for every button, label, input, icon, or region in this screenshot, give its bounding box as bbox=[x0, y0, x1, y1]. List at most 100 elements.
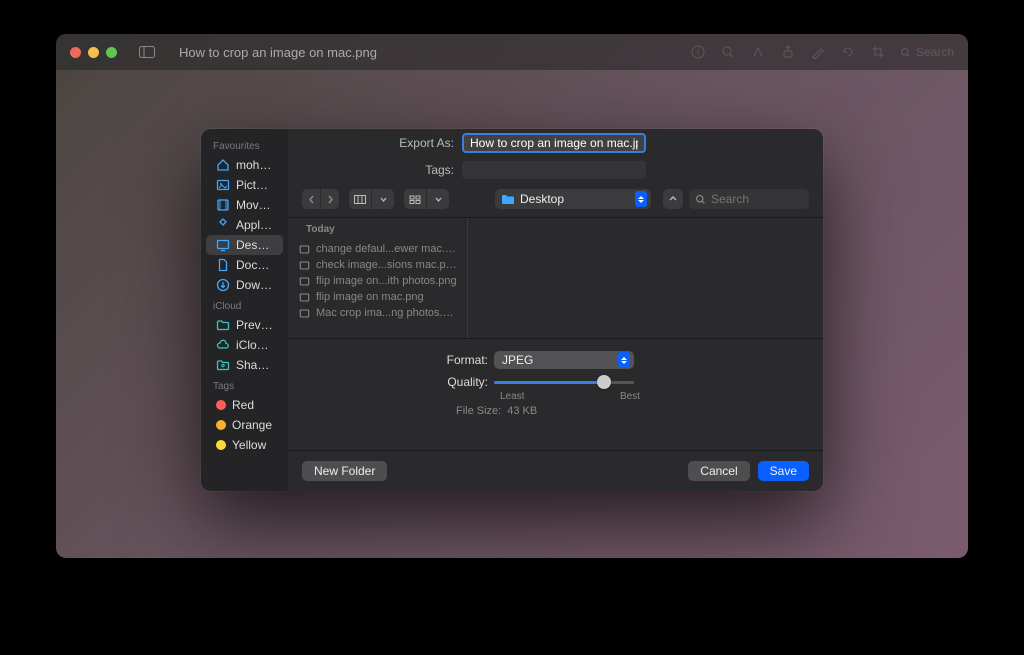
view-dropdown-button[interactable] bbox=[372, 189, 394, 209]
minimize-button[interactable] bbox=[88, 47, 99, 58]
tag-dot-icon bbox=[216, 400, 226, 410]
forward-button[interactable] bbox=[321, 189, 339, 209]
sidebar-item-mohamm-[interactable]: mohamm... bbox=[206, 155, 283, 175]
file-browser: Today change defaul...ewer mac.png check … bbox=[288, 217, 823, 339]
search-field[interactable] bbox=[689, 189, 809, 209]
info-icon[interactable]: i bbox=[690, 44, 706, 60]
crop-icon[interactable] bbox=[870, 44, 886, 60]
file-row[interactable]: check image...sions mac.png bbox=[288, 257, 467, 273]
sidebar-item-pictures[interactable]: Pictures bbox=[206, 175, 283, 195]
rotate-icon[interactable] bbox=[840, 44, 856, 60]
shared-icon bbox=[216, 358, 230, 372]
sidebar-item-label: mohamm... bbox=[236, 158, 273, 172]
group-button[interactable] bbox=[404, 189, 426, 209]
film-icon bbox=[216, 198, 230, 212]
bg-search[interactable]: Search bbox=[900, 45, 954, 59]
location-popup[interactable]: Desktop bbox=[495, 189, 651, 209]
export-as-input[interactable] bbox=[462, 133, 646, 153]
sidebar-item-documents[interactable]: Documents bbox=[206, 255, 283, 275]
tag-dot-icon bbox=[216, 420, 226, 430]
bg-titlebar: How to crop an image on mac.png i Search bbox=[56, 34, 968, 70]
group-dropdown-button[interactable] bbox=[427, 189, 449, 209]
sidebar-tag-red[interactable]: Red bbox=[206, 395, 283, 415]
image-icon bbox=[216, 178, 230, 192]
file-group-header: Today bbox=[288, 218, 467, 241]
sidebar-item-movies[interactable]: Movies bbox=[206, 195, 283, 215]
sidebar-item-preview[interactable]: Preview bbox=[206, 315, 283, 335]
sidebar-item-label: Red bbox=[232, 398, 254, 412]
format-popup[interactable]: JPEG bbox=[494, 351, 634, 369]
file-row[interactable]: change defaul...ewer mac.png bbox=[288, 241, 467, 257]
sidebar-item-shared[interactable]: Shared bbox=[206, 355, 283, 375]
folder-icon bbox=[501, 194, 515, 205]
new-folder-button[interactable]: New Folder bbox=[302, 461, 387, 481]
tags-header: Tags bbox=[201, 375, 288, 395]
svg-text:i: i bbox=[697, 47, 699, 57]
folder-icon bbox=[216, 318, 230, 332]
image-file-icon bbox=[298, 259, 310, 271]
sidebar-tag-orange[interactable]: Orange bbox=[206, 415, 283, 435]
sidebar-item-label: Pictures bbox=[236, 178, 273, 192]
magnify-icon[interactable] bbox=[720, 44, 736, 60]
highlight-icon[interactable] bbox=[750, 44, 766, 60]
sidebar-tag-yellow[interactable]: Yellow bbox=[206, 435, 283, 455]
image-file-icon bbox=[298, 275, 310, 287]
browser-toolbar: Desktop bbox=[288, 183, 823, 215]
sidebar-item-label: Preview bbox=[236, 318, 273, 332]
tags-label: Tags: bbox=[302, 163, 454, 177]
bg-search-placeholder: Search bbox=[916, 45, 954, 59]
image-file-icon bbox=[298, 307, 310, 319]
cancel-button[interactable]: Cancel bbox=[688, 461, 749, 481]
image-file-icon bbox=[298, 291, 310, 303]
slider-thumb[interactable] bbox=[597, 375, 611, 389]
tag-dot-icon bbox=[216, 440, 226, 450]
desktop-icon bbox=[216, 238, 230, 252]
file-size-label: File Size: bbox=[456, 405, 501, 417]
file-row[interactable]: flip image on...ith photos.png bbox=[288, 273, 467, 289]
sidebar-item-label: Desktop bbox=[236, 238, 273, 252]
sidebar: Favourites mohamm...PicturesMoviesApplic… bbox=[201, 129, 288, 491]
sidebar-item-downloads[interactable]: Downloads bbox=[206, 275, 283, 295]
view-columns-button[interactable] bbox=[349, 189, 371, 209]
sidebar-item-desktop[interactable]: Desktop bbox=[206, 235, 283, 255]
search-input[interactable] bbox=[711, 192, 803, 206]
file-name: flip image on...ith photos.png bbox=[316, 275, 457, 287]
export-options: Format: JPEG Quality: bbox=[288, 339, 823, 423]
image-file-icon bbox=[298, 243, 310, 255]
sidebar-item-label: Applicati... bbox=[236, 218, 273, 232]
tags-input[interactable] bbox=[462, 161, 646, 179]
sidebar-item-label: Yellow bbox=[232, 438, 266, 452]
window-controls bbox=[70, 47, 117, 58]
sidebar-item-label: Orange bbox=[232, 418, 272, 432]
file-name: Mac crop ima...ng photos.png bbox=[316, 307, 457, 319]
home-icon bbox=[216, 158, 230, 172]
window-title: How to crop an image on mac.png bbox=[179, 45, 377, 60]
markup-icon[interactable] bbox=[810, 44, 826, 60]
close-button[interactable] bbox=[70, 47, 81, 58]
zoom-button[interactable] bbox=[106, 47, 117, 58]
search-icon bbox=[695, 194, 706, 205]
sidebar-item-label: Documents bbox=[236, 258, 273, 272]
file-name: change defaul...ewer mac.png bbox=[316, 243, 457, 255]
popup-arrows-icon bbox=[618, 352, 630, 368]
app-icon bbox=[216, 218, 230, 232]
file-column: Today change defaul...ewer mac.png check … bbox=[288, 218, 468, 338]
sidebar-item-applicati-[interactable]: Applicati... bbox=[206, 215, 283, 235]
file-row[interactable]: Mac crop ima...ng photos.png bbox=[288, 305, 467, 321]
share-icon[interactable] bbox=[780, 44, 796, 60]
file-row[interactable]: flip image on mac.png bbox=[288, 289, 467, 305]
sidebar-item-label: Downloads bbox=[236, 278, 273, 292]
icloud-header: iCloud bbox=[201, 295, 288, 315]
popup-arrows-icon bbox=[635, 191, 647, 207]
back-button[interactable] bbox=[302, 189, 320, 209]
quality-slider[interactable] bbox=[494, 373, 634, 391]
dialog-footer: New Folder Cancel Save bbox=[288, 450, 823, 491]
sidebar-toggle-icon[interactable] bbox=[139, 46, 155, 58]
save-button[interactable]: Save bbox=[758, 461, 809, 481]
search-icon bbox=[900, 47, 911, 58]
collapse-browser-button[interactable] bbox=[663, 189, 683, 209]
sidebar-item-label: Movies bbox=[236, 198, 273, 212]
format-value: JPEG bbox=[502, 353, 533, 367]
sidebar-item-icloud-dri-[interactable]: iCloud Dri... bbox=[206, 335, 283, 355]
dialog-main: Export As: Tags: bbox=[288, 129, 823, 491]
